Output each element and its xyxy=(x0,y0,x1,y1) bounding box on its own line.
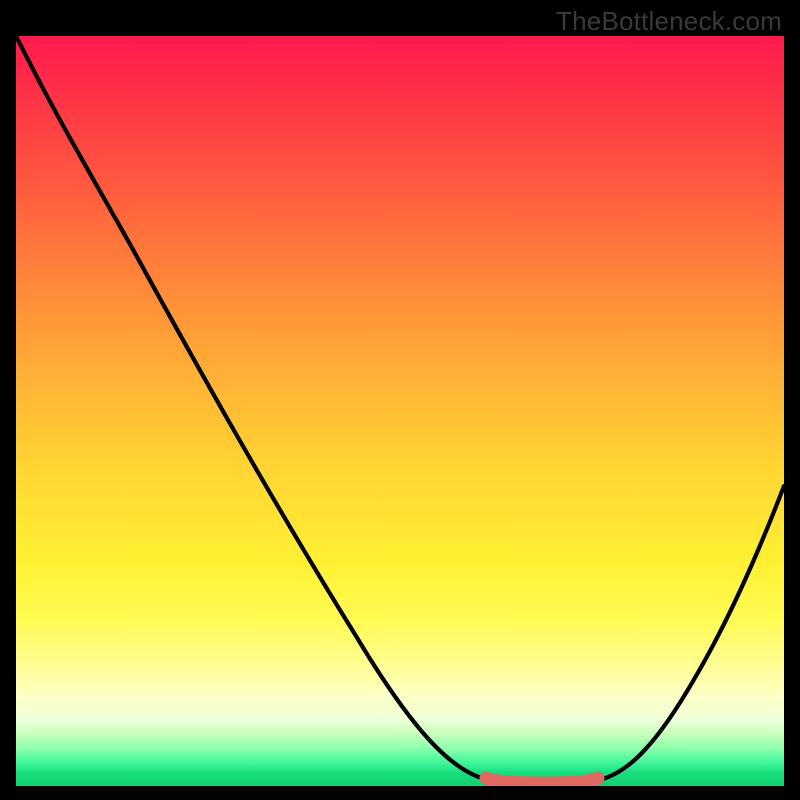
chart-frame xyxy=(16,36,784,786)
bottleneck-curve-path xyxy=(16,36,784,781)
watermark-text: TheBottleneck.com xyxy=(556,6,782,37)
chart-svg xyxy=(16,36,784,786)
bottleneck-highlight-path xyxy=(486,778,598,783)
